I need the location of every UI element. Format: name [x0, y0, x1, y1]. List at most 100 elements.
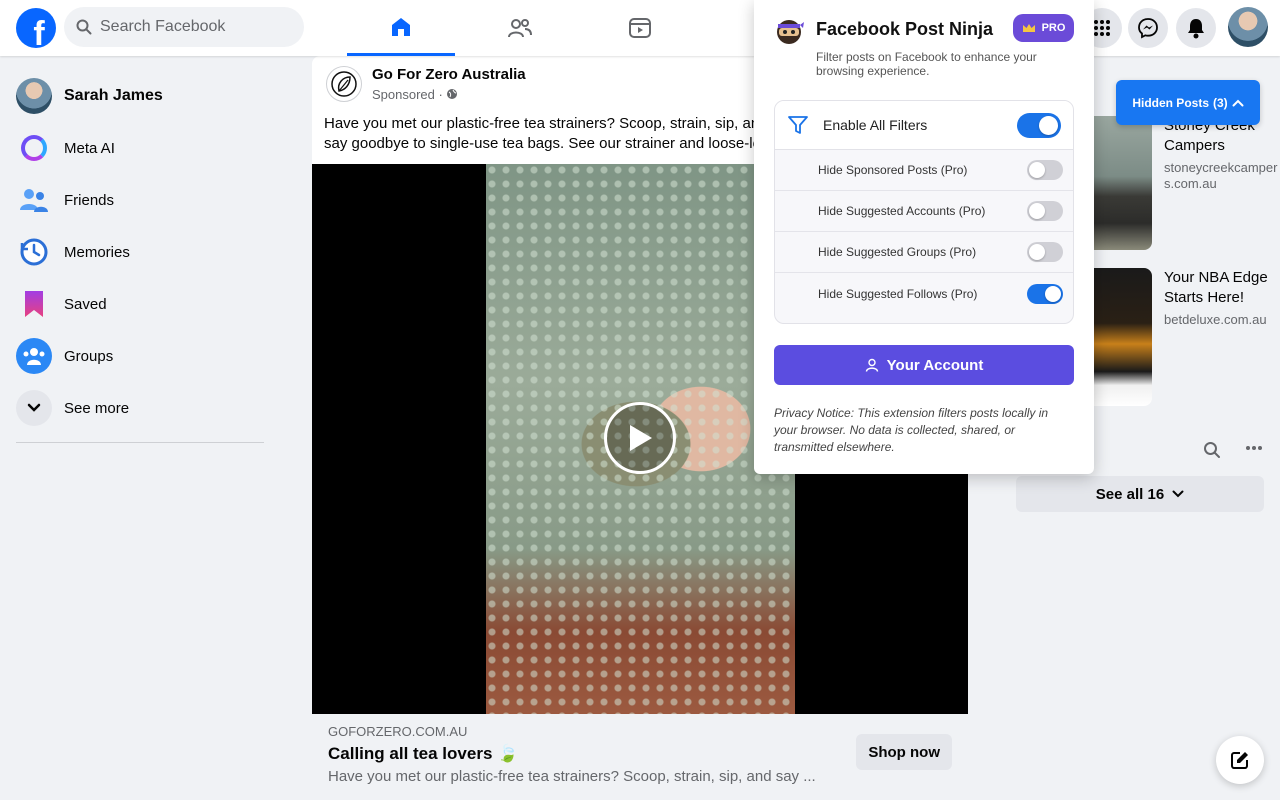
- sidebar-item-label: Groups: [64, 347, 114, 365]
- sidebar-item-label: Friends: [64, 191, 115, 209]
- post-header: Go For Zero Australia Sponsored ·: [326, 66, 526, 102]
- facebook-logo[interactable]: f: [16, 8, 56, 48]
- your-account-label: Your Account: [886, 356, 984, 374]
- link-title: Calling all tea lovers 🍃: [328, 744, 519, 763]
- user-icon: [865, 358, 878, 372]
- page-logo-leaf-icon[interactable]: [326, 66, 362, 102]
- left-sidebar: Sarah James Meta AI Friends Memories Sav…: [8, 70, 272, 443]
- extension-subtitle: Filter posts on Facebook to enhance your…: [816, 50, 1037, 78]
- link-domain: GOFORZERO.COM.AU: [328, 724, 468, 739]
- tab-friends[interactable]: [466, 0, 574, 56]
- sidebar-item-saved[interactable]: Saved: [8, 278, 272, 330]
- filter-icon: [788, 116, 808, 134]
- notifications-button[interactable]: [1176, 8, 1216, 48]
- pro-label: PRO: [1041, 22, 1066, 34]
- sidebar-item-label: Meta AI: [64, 139, 115, 157]
- link-description: Have you met our plastic-free tea strain…: [328, 768, 816, 785]
- search-input[interactable]: [100, 18, 290, 36]
- filters-panel: Enable All Filters Hide Sponsored Posts …: [774, 100, 1074, 324]
- sponsor-domain: stoneycreekcampers.com.au: [1164, 160, 1278, 191]
- hidden-posts-label: Hidden Posts: [1132, 95, 1209, 110]
- sponsor-title: Your NBA Edge Starts Here!: [1164, 269, 1268, 306]
- grid-menu-icon: [1094, 20, 1110, 36]
- video-icon: [629, 18, 651, 38]
- sponsor-card[interactable]: Your NBA Edge Starts Here! betdeluxe.com…: [1094, 268, 1280, 406]
- sidebar-item-label: See more: [64, 399, 130, 417]
- enable-all-filters-row: Enable All Filters: [775, 101, 1073, 150]
- sidebar-item-label: Saved: [64, 295, 107, 313]
- extension-popup: Facebook Post Ninja PRO Filter posts on …: [754, 0, 1094, 474]
- friends-icon: [508, 19, 532, 38]
- sidebar-item-memories[interactable]: Memories: [8, 226, 272, 278]
- hidden-posts-button[interactable]: Hidden Posts (3): [1116, 80, 1260, 125]
- friends-icon: [16, 182, 52, 218]
- chevron-down-icon: [1172, 490, 1184, 498]
- hidden-posts-count: (3): [1213, 95, 1228, 110]
- filter-label: Hide Suggested Follows (Pro): [818, 286, 978, 301]
- sidebar-divider: [16, 442, 264, 443]
- play-button[interactable]: [604, 402, 676, 474]
- ninja-logo-icon: [777, 20, 804, 44]
- more-options-icon[interactable]: [1245, 445, 1263, 451]
- sidebar-item-see-more[interactable]: See more: [8, 382, 272, 434]
- saved-bookmark-icon: [16, 286, 52, 322]
- sponsor-thumbnail: [1094, 116, 1152, 250]
- filter-row-suggested-follows: Hide Suggested Follows (Pro): [775, 273, 1073, 314]
- filter-label: Hide Suggested Groups (Pro): [818, 245, 977, 259]
- meta-ai-icon: [16, 130, 52, 166]
- tab-home[interactable]: [347, 0, 455, 56]
- groups-icon: [16, 338, 52, 374]
- filter-row-sponsored: Hide Sponsored Posts (Pro): [775, 150, 1073, 191]
- enable-all-filters-toggle[interactable]: [1017, 112, 1061, 138]
- sidebar-item-profile[interactable]: Sarah James: [8, 70, 272, 122]
- messenger-button[interactable]: [1128, 8, 1168, 48]
- home-icon: [392, 17, 410, 36]
- filter-row-suggested-accounts: Hide Suggested Accounts (Pro): [775, 191, 1073, 232]
- profile-avatar: [16, 78, 52, 114]
- sidebar-item-meta-ai[interactable]: Meta AI: [8, 122, 272, 174]
- bell-icon: [1188, 19, 1204, 39]
- crown-icon: [1022, 24, 1035, 32]
- compose-icon: [1231, 752, 1248, 769]
- sponsored-label: Sponsored ·: [372, 87, 526, 102]
- sponsor-domain: betdeluxe.com.au: [1164, 312, 1267, 327]
- hide-suggested-follows-toggle[interactable]: [1027, 283, 1063, 304]
- search-box[interactable]: [64, 7, 304, 47]
- hide-sponsored-toggle[interactable]: [1027, 160, 1063, 180]
- see-all-button[interactable]: See all 16: [1016, 476, 1264, 512]
- extension-title: Facebook Post Ninja: [816, 19, 994, 39]
- chevron-down-icon: [16, 390, 52, 426]
- hide-suggested-groups-toggle[interactable]: [1027, 242, 1063, 262]
- search-icon: [76, 19, 92, 35]
- filter-row-suggested-groups: Hide Suggested Groups (Pro): [775, 232, 1073, 273]
- enable-all-filters-label: Enable All Filters: [823, 117, 928, 133]
- sponsor-thumbnail: [1094, 268, 1152, 406]
- globe-icon: [447, 89, 458, 99]
- facebook-logo-letter: f: [33, 15, 45, 48]
- page-name[interactable]: Go For Zero Australia: [372, 66, 526, 83]
- sidebar-item-label: Sarah James: [64, 87, 163, 104]
- your-account-button[interactable]: Your Account: [774, 345, 1074, 385]
- sidebar-item-label: Memories: [64, 243, 130, 261]
- compose-message-button[interactable]: [1216, 736, 1264, 784]
- account-avatar[interactable]: [1228, 7, 1268, 47]
- tab-video[interactable]: [586, 0, 694, 56]
- see-all-label: See all 16: [1095, 485, 1165, 503]
- sidebar-item-friends[interactable]: Friends: [8, 174, 272, 226]
- hide-suggested-accounts-toggle[interactable]: [1027, 201, 1063, 221]
- pro-badge[interactable]: PRO: [1013, 14, 1074, 42]
- chevron-up-icon: [1232, 99, 1244, 106]
- shop-now-button[interactable]: Shop now: [856, 734, 952, 770]
- post-body-text: Have you met our plastic-free tea strain…: [324, 115, 774, 152]
- filter-label: Hide Sponsored Posts (Pro): [818, 163, 968, 177]
- search-icon[interactable]: [1203, 441, 1221, 459]
- memories-clock-icon: [16, 234, 52, 270]
- link-preview[interactable]: GOFORZERO.COM.AU Calling all tea lovers …: [312, 714, 968, 800]
- sidebar-item-groups[interactable]: Groups: [8, 330, 272, 382]
- sponsored-text: Sponsored ·: [372, 87, 443, 102]
- play-icon: [630, 425, 652, 451]
- filter-label: Hide Suggested Accounts (Pro): [818, 204, 986, 218]
- privacy-notice: Privacy Notice: This extension filters p…: [774, 406, 1049, 454]
- messenger-icon: [1138, 18, 1158, 39]
- sponsor-card[interactable]: Stoney Creek Campers stoneycreekcampers.…: [1094, 116, 1280, 250]
